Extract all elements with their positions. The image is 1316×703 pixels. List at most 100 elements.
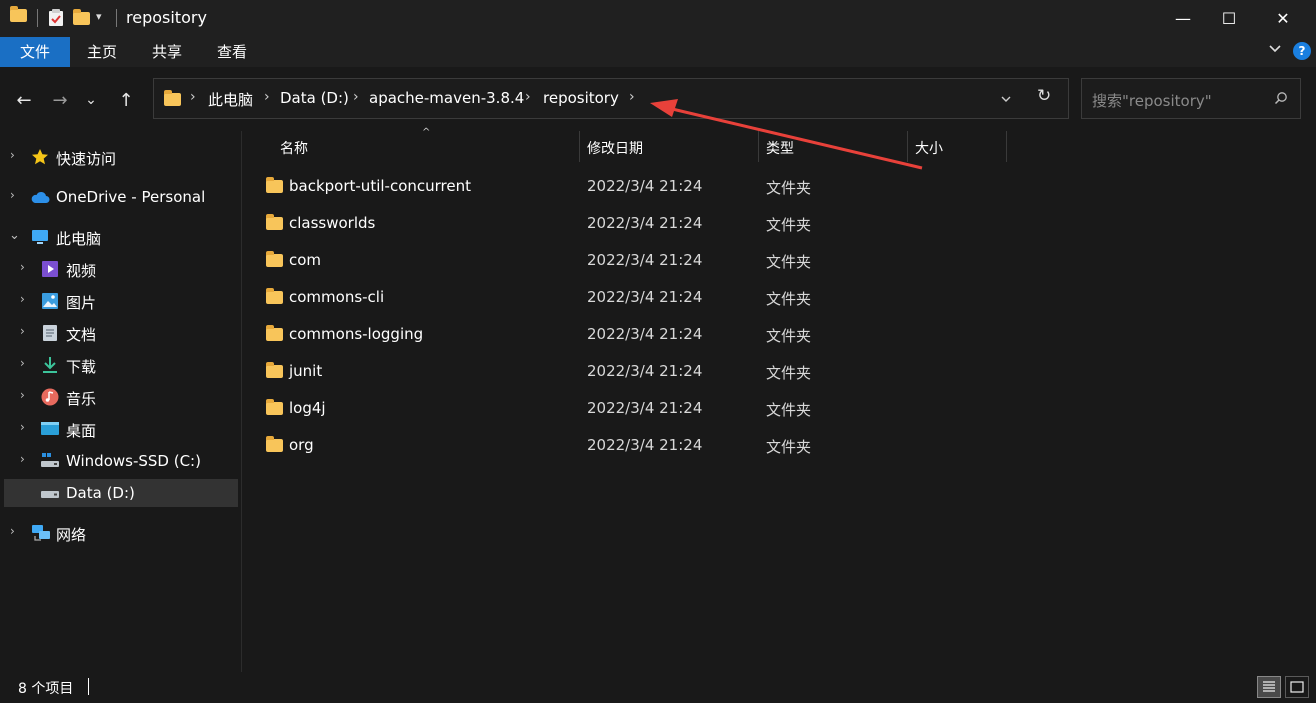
chevron-right-icon[interactable]: › (20, 356, 25, 370)
sidebar-item-downloads[interactable]: › 下载 (4, 351, 238, 379)
search-box[interactable]: 搜索"repository" (1081, 78, 1301, 119)
close-button[interactable]: ✕ (1260, 0, 1306, 37)
navigation-bar: ← → ⌄ ↑ › 此电脑 › Data (D:) › apache-maven… (0, 67, 1316, 131)
back-button[interactable]: ← (11, 87, 37, 113)
sidebar-item-this-pc[interactable]: ⌄ 此电脑 (4, 223, 238, 251)
breadcrumb-separator[interactable]: › (353, 89, 359, 105)
breadcrumb-repository[interactable]: repository (543, 89, 619, 107)
chevron-right-icon[interactable]: › (10, 148, 15, 162)
divider (37, 9, 38, 27)
details-view-button[interactable] (1257, 676, 1281, 698)
file-row[interactable]: commons-logging 2022/3/4 21:24 文件夹 (256, 318, 956, 352)
sidebar-item-label: 网络 (56, 526, 87, 544)
file-row[interactable]: classworlds 2022/3/4 21:24 文件夹 (256, 207, 956, 241)
file-date: 2022/3/4 21:24 (587, 177, 703, 195)
sidebar-item-onedrive[interactable]: › OneDrive - Personal (4, 183, 238, 211)
file-row[interactable]: com 2022/3/4 21:24 文件夹 (256, 244, 956, 278)
file-name: backport-util-concurrent (289, 177, 471, 195)
recent-locations-button[interactable]: ⌄ (78, 87, 104, 113)
column-divider[interactable] (1006, 131, 1007, 162)
forward-button[interactable]: → (47, 87, 73, 113)
column-header-type[interactable]: 类型 (766, 138, 794, 158)
chevron-down-icon[interactable]: ⌄ (9, 228, 20, 243)
address-bar[interactable]: › 此电脑 › Data (D:) › apache-maven-3.8.4 ›… (153, 78, 1069, 119)
sidebar-item-music[interactable]: › 音乐 (4, 383, 238, 411)
maximize-button[interactable]: ☐ (1206, 0, 1252, 37)
sidebar-item-quick-access[interactable]: › 快速访问 (4, 143, 238, 171)
minimize-button[interactable]: — (1160, 0, 1206, 37)
file-name: org (289, 436, 314, 454)
file-row[interactable]: commons-cli 2022/3/4 21:24 文件夹 (256, 281, 956, 315)
file-row[interactable]: backport-util-concurrent 2022/3/4 21:24 … (256, 170, 956, 204)
file-date: 2022/3/4 21:24 (587, 399, 703, 417)
folder-icon (266, 325, 283, 345)
sidebar-item-desktop[interactable]: › 桌面 (4, 415, 238, 443)
sidebar-item-drive-d[interactable]: Data (D:) (4, 479, 238, 507)
chevron-right-icon[interactable]: › (20, 292, 25, 306)
pictures-icon (41, 292, 59, 310)
file-row[interactable]: org 2022/3/4 21:24 文件夹 (256, 429, 956, 463)
column-divider[interactable] (758, 131, 759, 162)
divider (116, 9, 117, 27)
breadcrumb-apache-maven[interactable]: apache-maven-3.8.4 (369, 89, 524, 107)
breadcrumb-data-d[interactable]: Data (D:) (280, 89, 349, 107)
help-icon[interactable]: ? (1293, 42, 1311, 60)
file-name: classworlds (289, 214, 376, 232)
tab-file[interactable]: 文件 (0, 37, 70, 67)
column-header-date[interactable]: 修改日期 (587, 138, 643, 158)
customize-toolbar-chevron-icon[interactable]: ▾ (96, 10, 102, 23)
chevron-down-icon[interactable] (1268, 41, 1282, 59)
file-type: 文件夹 (766, 290, 812, 308)
sidebar-item-label: 音乐 (66, 390, 97, 408)
address-dropdown-icon[interactable] (1000, 91, 1012, 109)
chevron-right-icon[interactable]: › (20, 420, 25, 434)
drive-icon (40, 484, 59, 502)
folder-icon (266, 399, 283, 419)
chevron-right-icon[interactable]: › (10, 188, 15, 202)
sidebar-item-pictures[interactable]: › 图片 (4, 287, 238, 315)
file-list: ^ 名称 修改日期 类型 大小 backport-util-concurrent… (242, 127, 1316, 672)
new-folder-icon[interactable] (73, 9, 90, 29)
tab-share[interactable]: 共享 (139, 37, 195, 67)
file-row[interactable]: log4j 2022/3/4 21:24 文件夹 (256, 392, 956, 426)
search-input[interactable]: 搜索"repository" (1092, 90, 1212, 111)
sidebar-item-label: 视频 (66, 262, 97, 280)
sidebar-item-label: 桌面 (66, 422, 97, 440)
column-divider[interactable] (579, 131, 580, 162)
folder-icon (266, 214, 283, 234)
up-button[interactable]: ↑ (113, 87, 139, 113)
sidebar-item-videos[interactable]: › 视频 (4, 255, 238, 283)
breadcrumb-separator[interactable]: › (525, 89, 531, 105)
chevron-right-icon[interactable]: › (20, 324, 25, 338)
sidebar-item-drive-c[interactable]: › Windows-SSD (C:) (4, 447, 238, 475)
chevron-right-icon[interactable]: › (20, 260, 25, 274)
refresh-icon[interactable]: ↻ (1037, 86, 1051, 106)
tab-home[interactable]: 主页 (74, 37, 130, 67)
details-view-icon (1263, 681, 1275, 692)
file-type: 文件夹 (766, 327, 812, 345)
breadcrumb-separator[interactable]: › (190, 89, 196, 105)
sidebar-item-documents[interactable]: › 文档 (4, 319, 238, 347)
chevron-right-icon[interactable]: › (10, 524, 15, 538)
file-name: commons-logging (289, 325, 424, 343)
chevron-right-icon[interactable]: › (20, 452, 25, 466)
sidebar-item-network[interactable]: › 网络 (4, 519, 238, 547)
breadcrumb-separator[interactable]: › (264, 89, 270, 105)
breadcrumb-this-pc[interactable]: 此电脑 (208, 89, 253, 110)
breadcrumb-separator[interactable]: › (629, 89, 635, 105)
properties-icon[interactable] (48, 9, 64, 31)
column-divider[interactable] (907, 131, 908, 162)
file-name: commons-cli (289, 288, 385, 306)
star-icon (31, 148, 49, 166)
file-type: 文件夹 (766, 216, 812, 234)
chevron-right-icon[interactable]: › (20, 388, 25, 402)
column-header-name[interactable]: 名称 (280, 138, 308, 158)
column-header-size[interactable]: 大小 (915, 138, 943, 158)
tab-view[interactable]: 查看 (204, 37, 260, 67)
search-icon[interactable] (1274, 91, 1288, 109)
sidebar-item-label: 此电脑 (56, 230, 102, 248)
file-row[interactable]: junit 2022/3/4 21:24 文件夹 (256, 355, 956, 389)
large-icons-view-button[interactable] (1285, 676, 1309, 698)
column-headers: ^ 名称 修改日期 类型 大小 (242, 127, 1022, 162)
file-date: 2022/3/4 21:24 (587, 325, 703, 343)
